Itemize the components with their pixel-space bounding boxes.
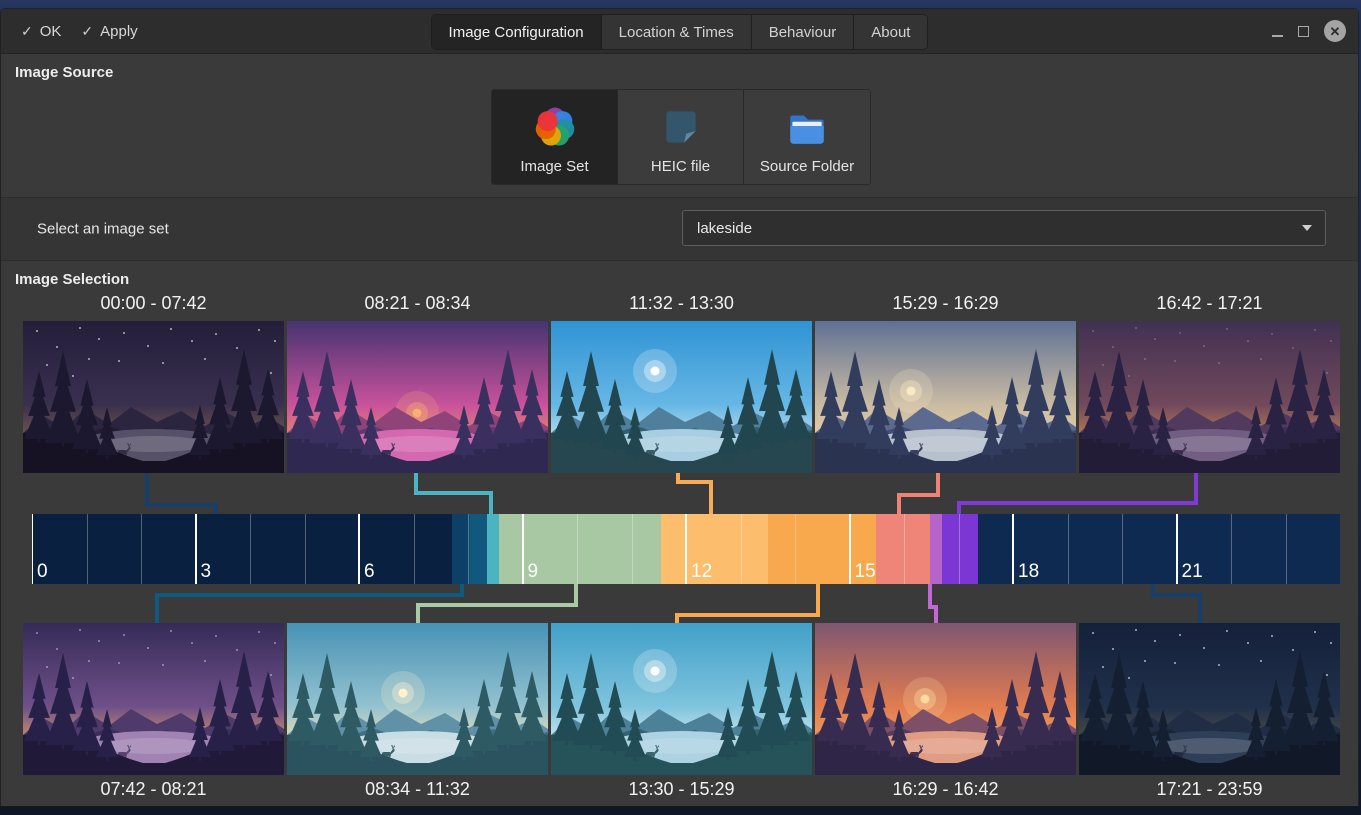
time-range-label-bottom-5: 17:21 - 23:59 bbox=[1079, 779, 1340, 800]
timeline-tick bbox=[849, 514, 851, 584]
wallpaper-thumbnail-bottom-3[interactable] bbox=[551, 623, 812, 775]
image-selection-area: 00:00 - 07:42 08:21 - 08:34 bbox=[1, 9, 1358, 806]
timeline-hour-label: 6 bbox=[364, 562, 375, 581]
timeline-segment-0821[interactable] bbox=[487, 514, 499, 584]
wallpaper-thumbnail-bottom-2[interactable] bbox=[287, 623, 548, 775]
timeline-tick bbox=[632, 514, 633, 584]
timeline-segment-0000[interactable] bbox=[32, 514, 452, 584]
timeline-tick bbox=[195, 514, 197, 584]
time-range-label-bottom-2: 08:34 - 11:32 bbox=[287, 779, 548, 800]
connector-line bbox=[1151, 593, 1202, 597]
connector-line bbox=[416, 603, 420, 623]
connector-line bbox=[155, 593, 464, 597]
connector-line bbox=[489, 491, 493, 514]
timeline-tick bbox=[741, 514, 742, 584]
timeline-tick bbox=[305, 514, 306, 584]
connector-line bbox=[957, 501, 1198, 505]
time-range-label-bottom-1: 07:42 - 08:21 bbox=[23, 779, 284, 800]
time-range-label-bottom-3: 13:30 - 15:29 bbox=[551, 779, 812, 800]
timeline-tick bbox=[250, 514, 251, 584]
timeline-tick bbox=[1286, 514, 1287, 584]
time-range-label-bottom-4: 16:29 - 16:42 bbox=[815, 779, 1076, 800]
connector-line bbox=[416, 603, 578, 607]
timeline-hour-label: 3 bbox=[201, 562, 212, 581]
timeline-tick bbox=[577, 514, 578, 584]
connector-line bbox=[957, 501, 961, 514]
connector-line bbox=[1198, 593, 1202, 623]
connector-line bbox=[897, 493, 901, 514]
timeline-tick bbox=[1012, 514, 1014, 584]
timeline-segment-0742[interactable] bbox=[452, 514, 487, 584]
connector-line bbox=[414, 491, 493, 495]
wallpaper-thumbnail-bottom-1[interactable] bbox=[23, 623, 284, 775]
wallpaper-thumbnail-top-2[interactable] bbox=[287, 321, 548, 473]
timeline-tick bbox=[795, 514, 796, 584]
wallpaper-thumbnail-top-4[interactable] bbox=[815, 321, 1076, 473]
connector-line bbox=[145, 473, 149, 507]
timeline-hour-label: 9 bbox=[528, 562, 539, 581]
time-range-label-top-1: 00:00 - 07:42 bbox=[23, 293, 284, 314]
time-range-label-top-2: 08:21 - 08:34 bbox=[287, 293, 548, 314]
app-window: ✓ OK ✓ Apply Image Configuration Locatio… bbox=[0, 8, 1359, 807]
timeline-tick bbox=[904, 514, 905, 584]
timeline-tick bbox=[522, 514, 524, 584]
timeline-tick bbox=[141, 514, 142, 584]
connector-line bbox=[145, 503, 218, 507]
wallpaper-thumbnail-top-1[interactable] bbox=[23, 321, 284, 473]
timeline-tick bbox=[414, 514, 415, 584]
connector-line bbox=[675, 613, 679, 623]
wallpaper-thumbnail-bottom-5[interactable] bbox=[1079, 623, 1340, 775]
timeline-tick bbox=[1231, 514, 1232, 584]
timeline-hour-label: 15 bbox=[855, 562, 876, 581]
timeline-hour-label: 0 bbox=[37, 562, 48, 581]
timeline-bar: 0 3 6 9 12 15 18 21 bbox=[32, 514, 1340, 584]
connector-line bbox=[934, 605, 938, 623]
timeline-tick bbox=[1068, 514, 1069, 584]
timeline-tick bbox=[1122, 514, 1123, 584]
timeline-tick bbox=[468, 514, 469, 584]
timeline-tick bbox=[685, 514, 687, 584]
connector-line bbox=[214, 503, 218, 514]
timeline-tick bbox=[1176, 514, 1178, 584]
time-range-label-top-5: 16:42 - 17:21 bbox=[1079, 293, 1340, 314]
connector-line bbox=[709, 480, 713, 514]
wallpaper-thumbnail-bottom-4[interactable] bbox=[815, 623, 1076, 775]
timeline-hour-label: 18 bbox=[1018, 562, 1039, 581]
connector-line bbox=[897, 493, 940, 497]
time-range-label-top-3: 11:32 - 13:30 bbox=[551, 293, 812, 314]
timeline-hour-label: 21 bbox=[1182, 562, 1203, 581]
wallpaper-thumbnail-top-3[interactable] bbox=[551, 321, 812, 473]
timeline-hour-label: 12 bbox=[691, 562, 712, 581]
connector-line bbox=[676, 480, 713, 484]
connector-line bbox=[155, 593, 159, 623]
timeline-segment-1642[interactable] bbox=[942, 514, 977, 584]
connector-line bbox=[675, 613, 820, 617]
timeline-segment-1629[interactable] bbox=[930, 514, 942, 584]
time-range-label-top-4: 15:29 - 16:29 bbox=[815, 293, 1076, 314]
timeline-tick bbox=[87, 514, 88, 584]
timeline-tick bbox=[32, 514, 33, 584]
wallpaper-thumbnail-top-5[interactable] bbox=[1079, 321, 1340, 473]
timeline-tick bbox=[358, 514, 360, 584]
timeline-tick bbox=[959, 514, 960, 584]
timeline-segment-1132[interactable] bbox=[661, 514, 768, 584]
